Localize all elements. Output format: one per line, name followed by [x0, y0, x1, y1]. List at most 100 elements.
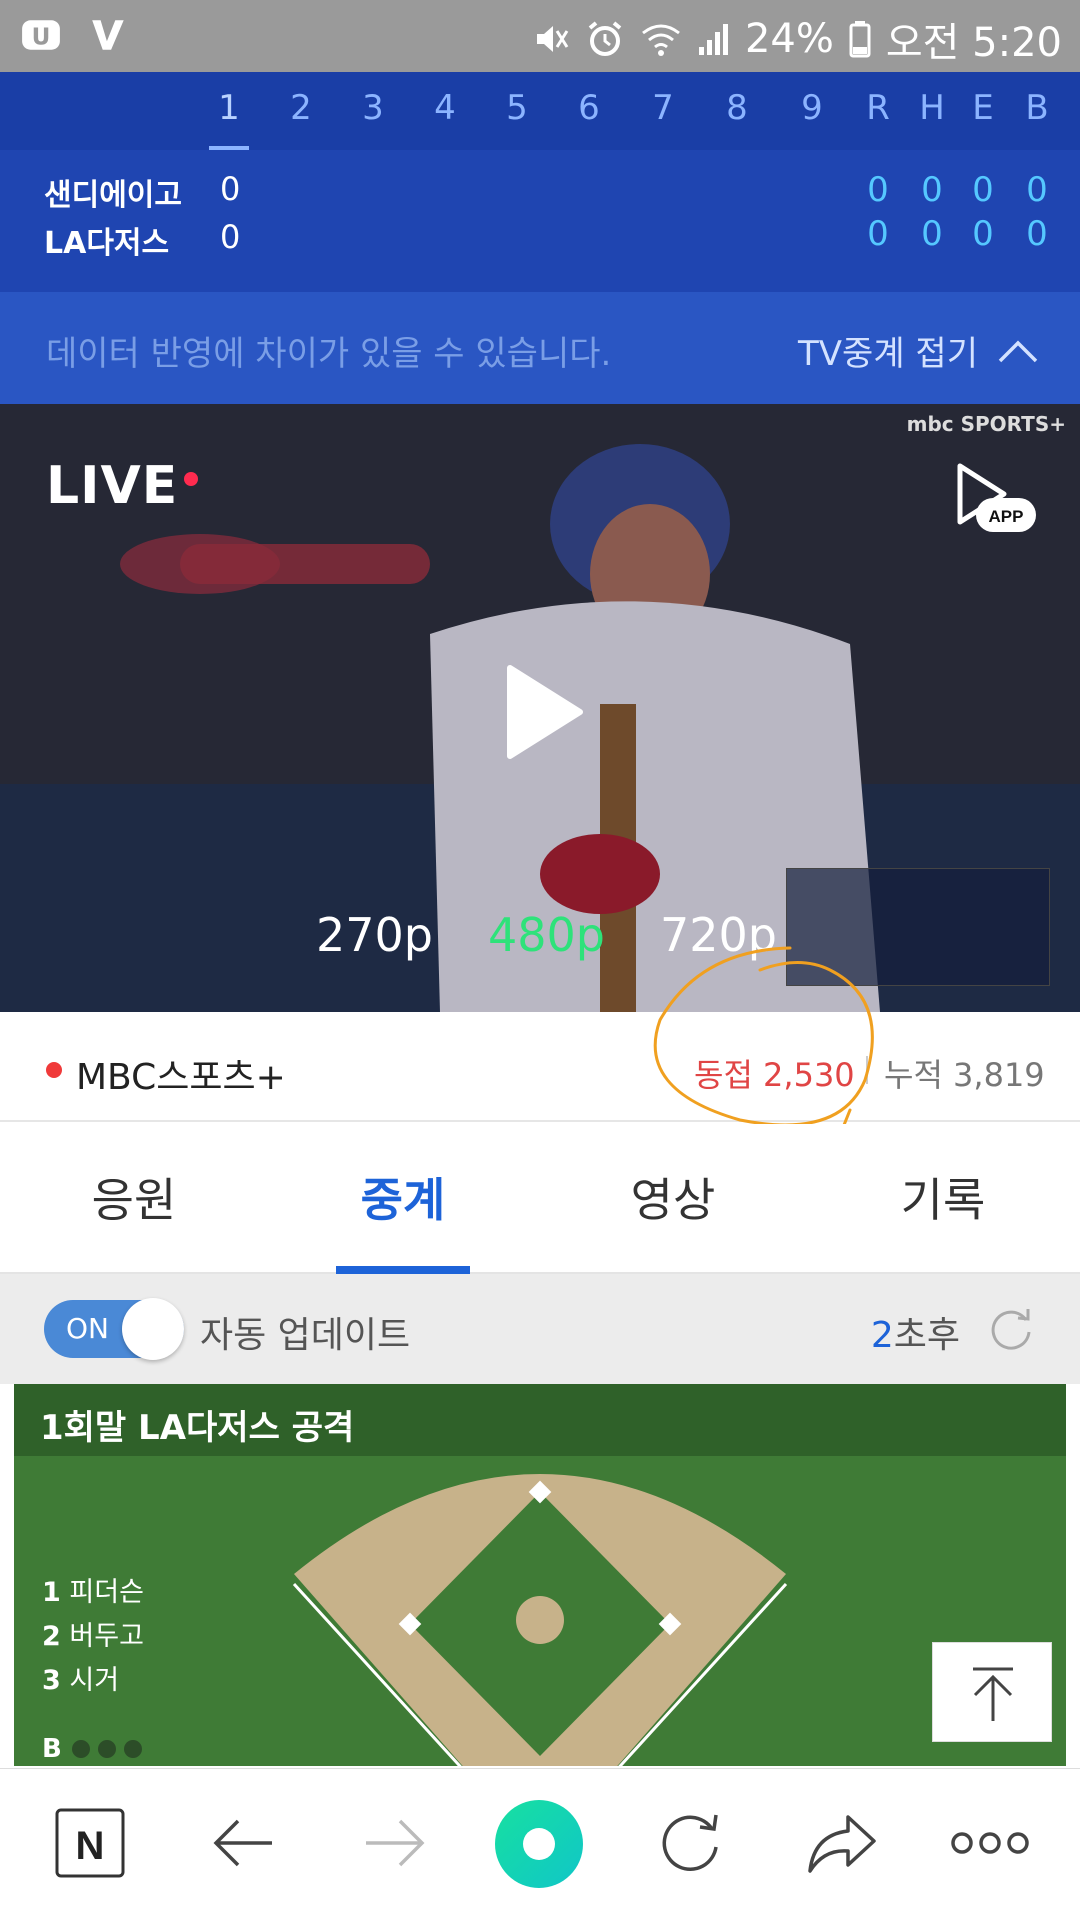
tab-record[interactable]: 기록: [843, 1164, 1043, 1230]
auto-update-label: 자동 업데이트: [200, 1315, 411, 1356]
tab-cheer[interactable]: 응원: [34, 1164, 234, 1230]
active-tab-indicator: [336, 1266, 470, 1274]
tab-bar: 응원 중계 영상 기록: [0, 1124, 1080, 1274]
quality-270p[interactable]: 270p: [316, 908, 433, 962]
home-hits: 0: [921, 214, 943, 254]
home-inning-score: 0: [220, 218, 241, 256]
signal-icon: [698, 24, 728, 55]
scoreboard: 1 2 3 4 5 6 7 8 9 R H E B 샌디에이고 0 0 0 0 …: [0, 72, 1080, 404]
baseball-field-panel: 1회말 LA다저스 공격 1 피더슨 2 버두고 3 시거 B: [14, 1384, 1066, 1766]
naver-home-button[interactable]: N: [54, 1807, 126, 1883]
toggle-knob: [122, 1298, 184, 1360]
channel-info-row: MBC스포츠+ 동접 2,530 누적 3,819: [0, 1012, 1080, 1122]
ball-indicator: [124, 1740, 142, 1758]
u-plus-icon: U: [22, 20, 60, 50]
browser-bottom-nav: N: [0, 1768, 1080, 1920]
channel-live-dot: [46, 1062, 62, 1078]
clock: 오전 5:20: [885, 20, 1062, 66]
naver-n-icon: N: [55, 1808, 125, 1878]
arrow-left-icon: [213, 1819, 272, 1867]
play-icon[interactable]: [504, 664, 584, 760]
auto-update-toggle[interactable]: ON: [44, 1298, 184, 1360]
inning-tab-9[interactable]: 9: [787, 88, 837, 128]
balls-label: B: [42, 1734, 62, 1764]
reload-button[interactable]: [654, 1807, 726, 1883]
video-player[interactable]: LIVE mbc SPORTS+ APP 270p 480p 720p: [0, 404, 1080, 1012]
away-runs: 0: [867, 170, 889, 210]
share-arrow-icon: [808, 1815, 876, 1873]
tab-video[interactable]: 영상: [573, 1164, 773, 1230]
update-countdown: 2초후: [871, 1306, 960, 1358]
auto-update-row: ON 자동 업데이트 2초후: [0, 1274, 1080, 1384]
battery-icon: [849, 21, 871, 58]
channel-name: MBC스포츠+: [76, 1057, 286, 1098]
scroll-to-top-button[interactable]: [932, 1642, 1052, 1742]
quality-480p[interactable]: 480p: [488, 908, 605, 962]
arrow-right-icon: [366, 1819, 425, 1867]
forward-button[interactable]: [358, 1807, 430, 1883]
away-inning-score: 0: [220, 170, 241, 208]
live-indicator-dot: [184, 472, 198, 486]
innings-header: 1 2 3 4 5 6 7 8 9 R H E B: [0, 72, 1080, 150]
cumulative-viewers: 누적 3,819: [884, 1056, 1045, 1094]
active-inning-indicator: [209, 146, 249, 150]
home-walks: 0: [1026, 214, 1048, 254]
battery-percent: 24%: [744, 16, 834, 62]
green-dot-icon: [495, 1800, 583, 1888]
home-team-name: LA다저스: [44, 226, 170, 261]
errors-header: E: [972, 88, 994, 128]
open-app-button[interactable]: APP: [950, 456, 1040, 536]
green-dot-button[interactable]: [494, 1799, 584, 1893]
refresh-icon[interactable]: [986, 1304, 1036, 1354]
home-errors: 0: [972, 214, 994, 254]
lineup-item: 1 피더슨: [42, 1577, 144, 1608]
hits-header: H: [919, 88, 945, 128]
chevron-up-icon: [998, 340, 1038, 362]
svg-text:U: U: [32, 24, 51, 50]
tv-fold-button[interactable]: TV중계 접기: [798, 326, 1040, 375]
inning-tab-6[interactable]: 6: [564, 88, 614, 128]
alarm-icon: [588, 21, 622, 56]
back-button[interactable]: [208, 1807, 280, 1883]
share-button[interactable]: [804, 1807, 880, 1883]
inning-tab-4[interactable]: 4: [420, 88, 470, 128]
toggle-on-label: ON: [66, 1312, 109, 1345]
inning-tab-7[interactable]: 7: [638, 88, 688, 128]
svg-text:N: N: [76, 1824, 105, 1868]
away-errors: 0: [972, 170, 994, 210]
inning-title: 1회말 LA다저스 공격: [40, 1408, 355, 1448]
lineup-item: 2 버두고: [42, 1621, 144, 1652]
data-note-bar: 데이터 반영에 차이가 있을 수 있습니다. TV중계 접기: [0, 292, 1080, 404]
ball-indicator: [72, 1740, 90, 1758]
inning-tab-1[interactable]: 1: [204, 88, 254, 128]
countdown-number: 2: [870, 1315, 894, 1356]
lineup-item: 3 시거: [42, 1665, 120, 1696]
app-label: APP: [989, 507, 1024, 526]
tab-broadcast[interactable]: 중계: [303, 1164, 503, 1230]
more-menu-button[interactable]: [950, 1807, 1030, 1883]
away-team-name: 샌디에이고: [44, 178, 182, 213]
inning-tab-3[interactable]: 3: [348, 88, 398, 128]
broadcaster-logo: mbc SPORTS+: [906, 412, 1066, 436]
inning-tab-2[interactable]: 2: [276, 88, 326, 128]
status-bar: U 24% 오전 5:20: [0, 0, 1080, 72]
home-runs: 0: [867, 214, 889, 254]
tv-fold-label: TV중계 접기: [798, 334, 978, 374]
ball-indicator: [98, 1740, 116, 1758]
more-dots-icon: [951, 1832, 1029, 1854]
runs-header: R: [866, 88, 890, 128]
data-disclaimer: 데이터 반영에 차이가 있을 수 있습니다.: [46, 334, 612, 374]
live-label: LIVE: [46, 456, 179, 516]
reload-icon: [662, 1814, 718, 1872]
walks-header: B: [1025, 88, 1049, 128]
field-title-bar: 1회말 LA다저스 공격: [14, 1384, 1066, 1456]
inning-tab-5[interactable]: 5: [492, 88, 542, 128]
countdown-unit: 초후: [893, 1315, 960, 1356]
arrow-up-to-top-icon: [973, 1667, 1013, 1721]
wifi-icon: [642, 24, 680, 56]
mute-icon: [536, 26, 569, 52]
away-hits: 0: [921, 170, 943, 210]
v3-icon: [92, 20, 124, 50]
away-walks: 0: [1026, 170, 1048, 210]
inning-tab-8[interactable]: 8: [712, 88, 762, 128]
